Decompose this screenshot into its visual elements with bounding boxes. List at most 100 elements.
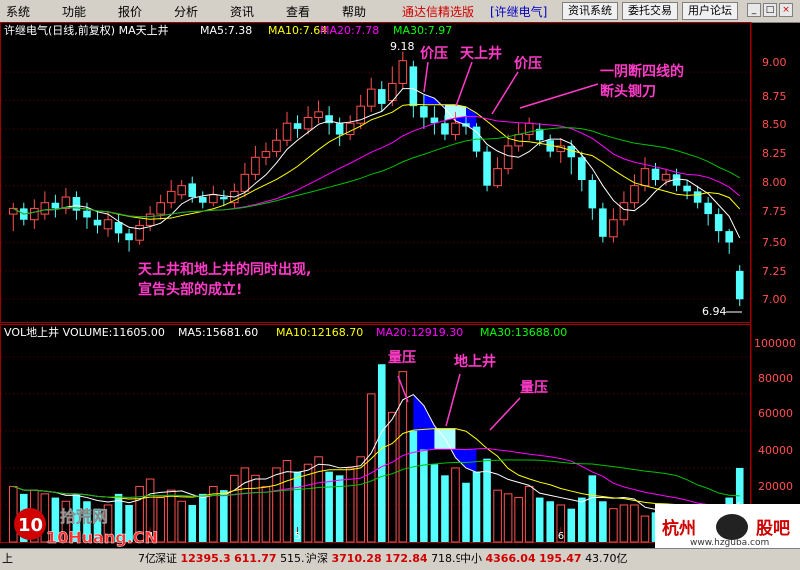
right-logo-text1: 杭州 [662, 518, 696, 539]
minimize-button[interactable]: _ [747, 3, 761, 17]
price-title: 许继电气(日线,前复权) MA天上井 [4, 23, 169, 37]
logo-number: 10 [18, 515, 43, 536]
candle-body [503, 145, 513, 170]
forum-button[interactable]: 用户论坛 [682, 2, 738, 20]
candle-body [261, 151, 271, 158]
candle-body [209, 194, 218, 204]
trade-button[interactable]: 委托交易 [622, 2, 678, 20]
volume-bar [303, 463, 313, 543]
date-label: 5 [295, 531, 301, 542]
candle-body [114, 222, 123, 234]
candle-body [51, 202, 60, 209]
annotation-note-line1: 天上井和地上井的同时出现, [138, 261, 311, 278]
price-tick: 9.00 [762, 56, 787, 69]
candle-body [451, 122, 460, 136]
menu-view[interactable]: 查看 [286, 3, 310, 20]
candle-body [651, 168, 660, 180]
zx-value: 4366.04 [485, 552, 536, 565]
left-logo-text: 拾荒网 [60, 507, 108, 526]
volume-bar [314, 456, 323, 543]
vol-ma30-label: MA30:13688.00 [480, 326, 567, 339]
candle-body [103, 219, 113, 230]
volume-tick: 20000 [758, 480, 793, 493]
volume-bar [240, 467, 250, 543]
candle-body [198, 197, 207, 203]
candle-body [83, 210, 91, 218]
hs-change: 172.84 [385, 552, 428, 565]
menu-quote[interactable]: 报价 [118, 3, 142, 20]
candle-body [282, 122, 292, 141]
volume-bar [166, 489, 176, 543]
candle-body [166, 190, 176, 204]
candle-body [420, 106, 428, 118]
candle-body [93, 219, 102, 226]
kline-chart[interactable]: 456 许继电气(日线,前复权) MA天上井 MA5:7.38 MA10:7.6… [0, 22, 800, 548]
menu-bar: 系统 功能 报价 分析 资讯 查看 帮助 通达信精选版 [许继电气] 资讯系统 … [0, 0, 800, 23]
app-stock-name: [许继电气] [490, 5, 548, 19]
maximize-button[interactable]: □ [763, 3, 777, 17]
hs-value: 3710.28 [331, 552, 382, 565]
menu-system[interactable]: 系统 [6, 3, 30, 20]
price-tick: 8.00 [762, 176, 787, 189]
candle-body [251, 156, 260, 175]
candle-body [125, 233, 133, 241]
volume-bar [503, 493, 513, 543]
sz-label: 深证 [155, 552, 177, 565]
ma-lines [13, 88, 741, 239]
candle-body [661, 173, 671, 181]
status-shenzheng[interactable]: 深证 12395.3 611.77 515.7亿 [155, 549, 323, 568]
volume-bar [261, 485, 271, 543]
volume-bar [640, 515, 650, 543]
ma30-label: MA30:7.97 [393, 24, 452, 37]
menu-analysis[interactable]: 分析 [174, 3, 198, 20]
date-label: 6 [558, 531, 564, 542]
zx-label: 中小 [460, 552, 482, 565]
info-system-button[interactable]: 资讯系统 [562, 2, 618, 20]
candle-body [704, 202, 712, 215]
candle-body [409, 66, 418, 107]
right-watermark: 杭州 股吧 www.hzguba.com [655, 504, 800, 548]
candle-body [725, 231, 733, 243]
candle-body [240, 173, 250, 192]
candle-body [135, 224, 144, 241]
volume-bar [441, 475, 449, 542]
candle-body [588, 180, 597, 209]
volume-bar [567, 508, 576, 542]
close-button[interactable]: × [779, 3, 793, 17]
bull-icon [716, 514, 748, 540]
status-sh-label: 上 [2, 549, 13, 568]
status-sh-amount: 7亿 [138, 549, 156, 568]
menu-help[interactable]: 帮助 [342, 3, 366, 20]
price-tick: 8.50 [762, 118, 787, 131]
price-tick: 7.00 [762, 293, 787, 306]
menu-info[interactable]: 资讯 [230, 3, 254, 20]
candle-body [640, 168, 650, 187]
menu-function[interactable]: 功能 [62, 3, 86, 20]
candle-body [683, 185, 691, 192]
annotation-volume-pressure-2: 量压 [520, 380, 548, 396]
status-hushen[interactable]: 沪深 3710.28 172.84 718.9亿 [306, 549, 474, 568]
volume-bar [535, 497, 544, 542]
annotation-price-pressure-2: 价压 [514, 56, 542, 72]
status-zhongxiao[interactable]: 中小 4366.04 195.47 43.70亿 [460, 549, 628, 568]
candle-body [578, 157, 586, 180]
annotation-volume-pressure-1: 量压 [388, 350, 416, 366]
volume-bar [599, 501, 607, 542]
well-fills [413, 94, 477, 473]
right-logo-url: www.hzguba.com [690, 538, 769, 548]
ma10-label: MA10:7.64 [268, 24, 327, 37]
right-logo-text2: 股吧 [756, 519, 790, 539]
volume-bar [619, 504, 629, 543]
candle-body [441, 123, 449, 135]
zx-amount: 43.70亿 [585, 552, 628, 565]
candle-body [366, 88, 376, 107]
ma5-line [13, 88, 741, 239]
annotation-dishangjing: 地上井 [454, 353, 496, 370]
price-tick: 7.50 [762, 236, 787, 249]
volume-tick: 60000 [758, 407, 793, 420]
price-y-axis: 9.00 8.75 8.50 8.25 8.00 7.75 7.50 7.25 … [762, 56, 787, 306]
price-tick: 7.25 [762, 265, 787, 278]
volume-bar [609, 508, 618, 543]
candle-body [735, 270, 744, 300]
volume-bar [420, 449, 428, 542]
